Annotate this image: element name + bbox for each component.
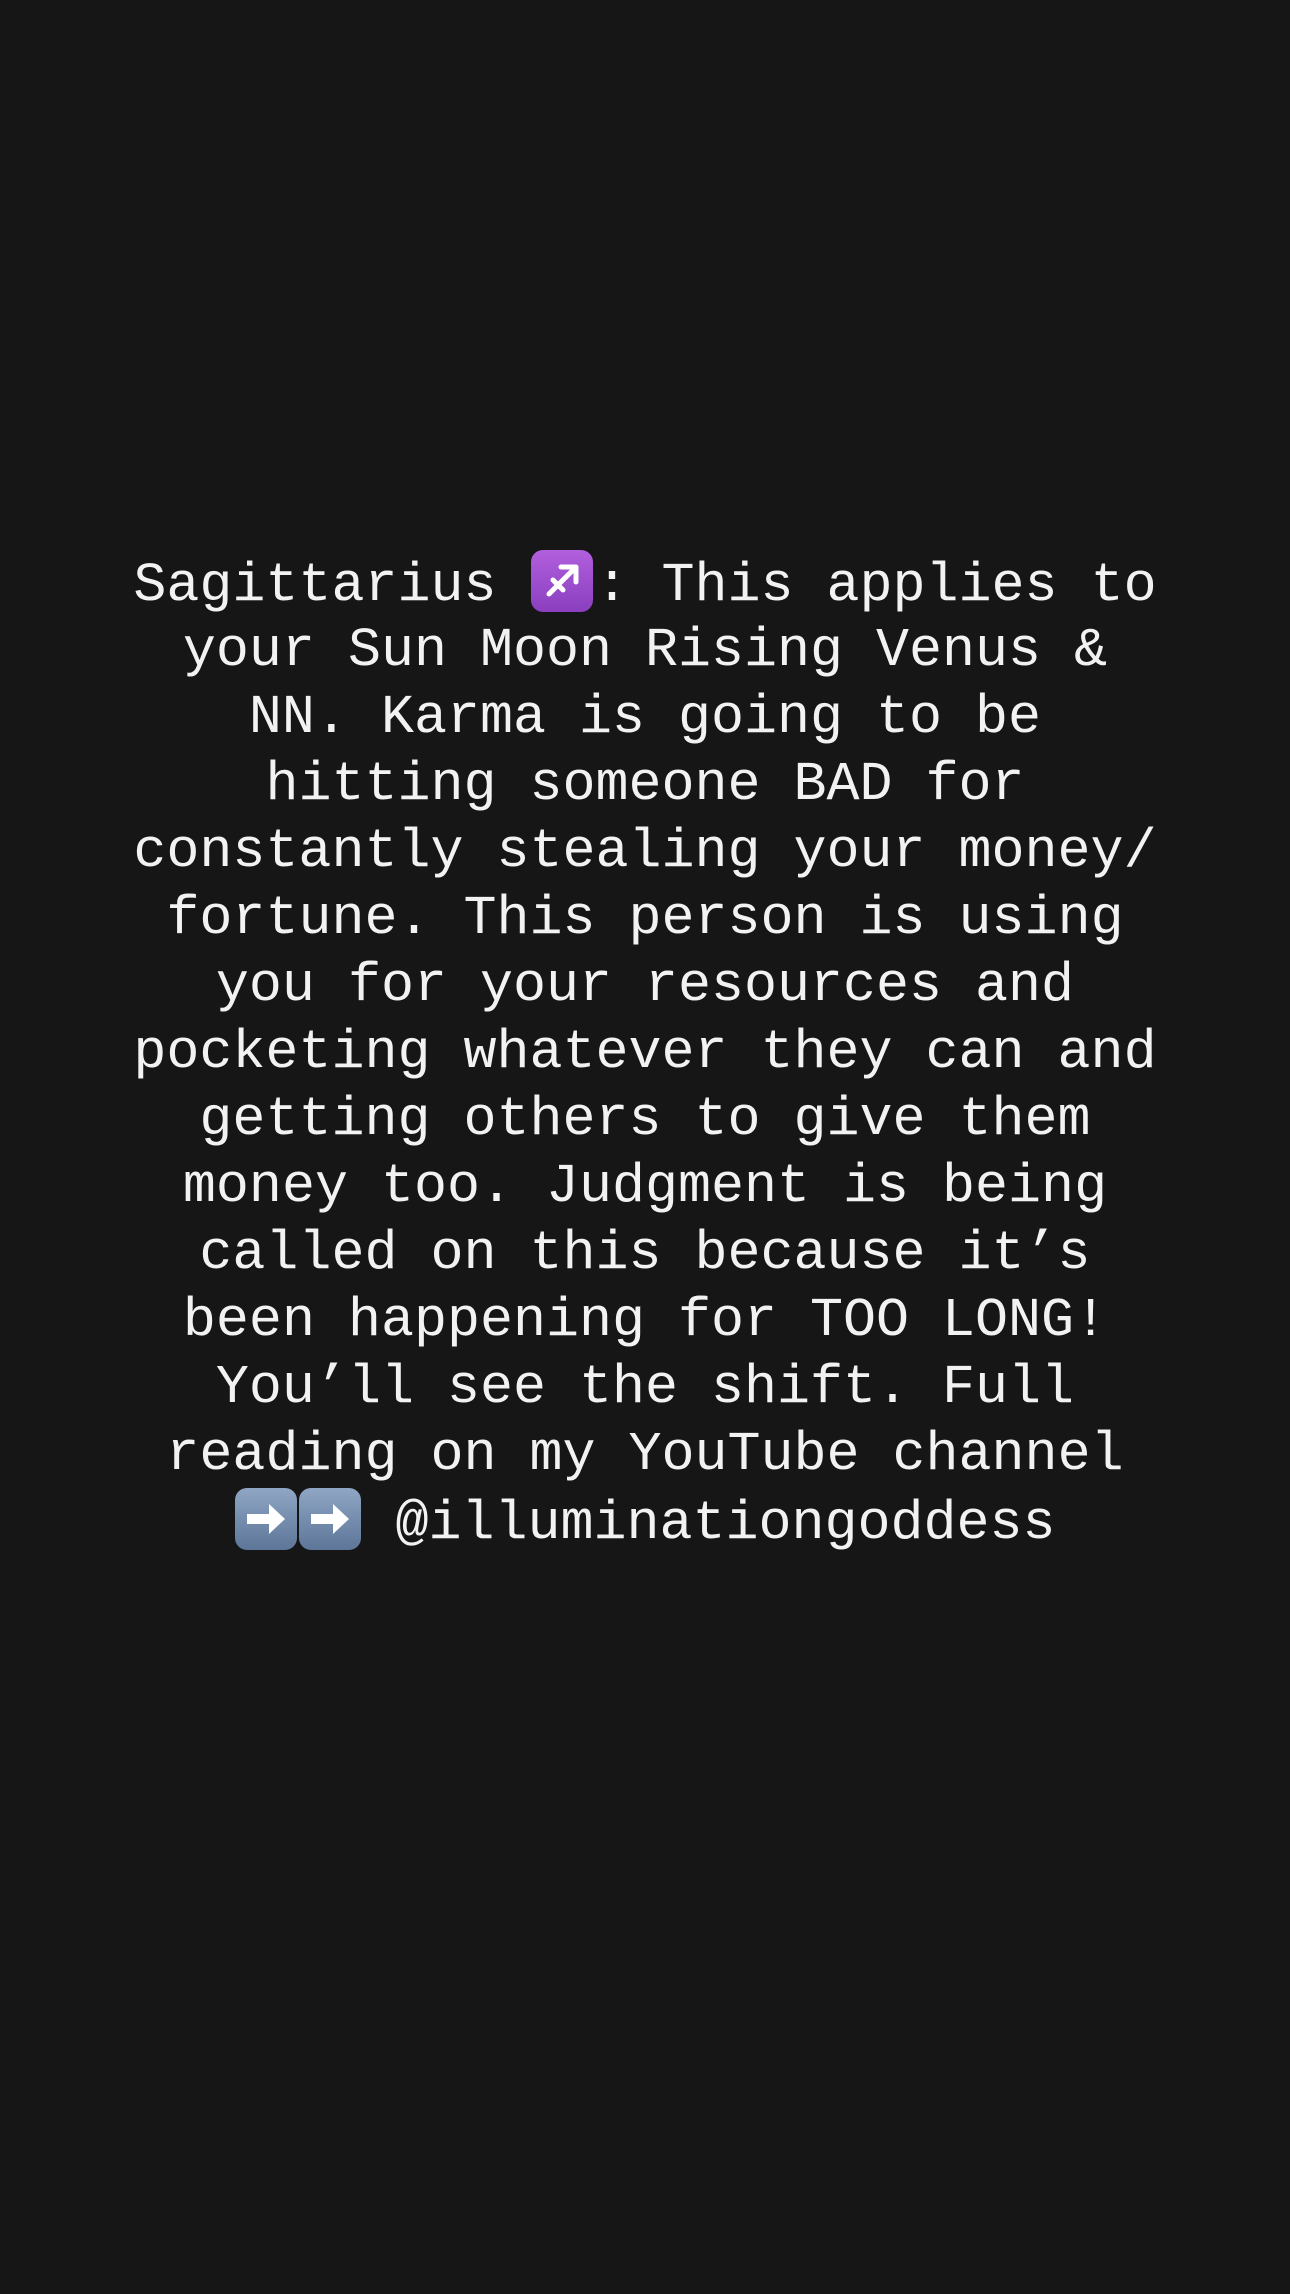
text-line-6: fortune. This person is using <box>166 887 1124 950</box>
sagittarius-icon <box>531 550 594 612</box>
text-line-12: been happening for TOO LONG! <box>182 1289 1108 1352</box>
text-line-15: @illuminationgoddess <box>0 1488 1290 1555</box>
zodiac-sign-name: Sagittarius <box>133 554 530 617</box>
text-line-7: you for your resources and <box>215 954 1075 1017</box>
text-line-14: reading on my YouTube channel <box>166 1423 1124 1486</box>
text-line-9: getting others to give them <box>199 1088 1091 1151</box>
right-arrow-icon <box>235 1488 298 1550</box>
text-line-5: constantly stealing your money/ <box>133 820 1157 883</box>
text-line-8: pocketing whatever they can and <box>133 1021 1157 1084</box>
text-line-1-rest: : This applies to <box>595 554 1157 617</box>
youtube-handle: @illuminationgoddess <box>362 1492 1056 1555</box>
text-line-4: hitting someone BAD for <box>265 753 1025 816</box>
text-line-10: money too. Judgment is being <box>182 1155 1108 1218</box>
right-arrow-icon <box>299 1488 362 1550</box>
text-line-3: NN. Karma is going to be <box>248 686 1042 749</box>
text-line-11: called on this because it’s <box>199 1222 1091 1285</box>
text-line-1: Sagittarius : This applies to <box>0 550 1290 617</box>
text-line-13: You’ll see the shift. Full <box>215 1356 1075 1419</box>
story-text-block: Sagittarius : This applies to your Sun M… <box>0 550 1290 1555</box>
text-line-2: your Sun Moon Rising Venus & <box>182 619 1108 682</box>
